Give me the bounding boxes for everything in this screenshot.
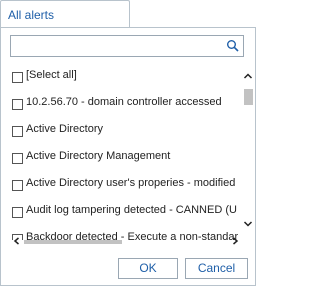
checkbox[interactable]: [12, 153, 23, 164]
chevron-up-icon[interactable]: [242, 70, 254, 82]
search-box: [10, 35, 244, 57]
tab-all-alerts[interactable]: All alerts: [0, 0, 130, 28]
list-item[interactable]: Active Directory user's properies - modi…: [10, 175, 242, 195]
vertical-scrollbar[interactable]: [242, 70, 254, 240]
cancel-button[interactable]: Cancel: [185, 258, 248, 279]
chevron-right-icon[interactable]: [230, 236, 240, 246]
list-item-label: Backdoor detected - Execute a non-standa…: [26, 231, 239, 240]
checkbox[interactable]: [12, 207, 23, 218]
checkbox[interactable]: [12, 180, 23, 191]
list-item[interactable]: Audit log tampering detected - CANNED (U: [10, 202, 242, 222]
list-item-label: Active Directory Management: [26, 150, 171, 162]
checkbox[interactable]: [12, 126, 23, 137]
checkbox[interactable]: [12, 99, 23, 110]
list-item-label: Audit log tampering detected - CANNED (U: [26, 204, 237, 216]
list-item-label: [Select all]: [26, 69, 77, 81]
search-input[interactable]: [11, 36, 217, 56]
list-item[interactable]: Active Directory Management: [10, 148, 242, 168]
tab-label: All alerts: [8, 8, 55, 22]
list-item[interactable]: 10.2.56.70 - domain controller accessed: [10, 94, 242, 114]
list-item[interactable]: Backdoor detected - Execute a non-standa…: [10, 229, 242, 240]
list-item-label: Active Directory user's properies - modi…: [26, 177, 236, 189]
checkbox[interactable]: [12, 72, 23, 83]
chevron-left-icon[interactable]: [12, 236, 22, 246]
list-item-label: Active Directory: [26, 123, 104, 135]
horizontal-scroll-thumb[interactable]: [24, 240, 122, 244]
list-item[interactable]: Active Directory: [10, 121, 242, 141]
alert-list: [Select all] 10.2.56.70 - domain control…: [10, 67, 252, 240]
ok-button[interactable]: OK: [118, 258, 178, 279]
list-item-label: 10.2.56.70 - domain controller accessed: [26, 96, 222, 108]
search-icon[interactable]: [226, 39, 240, 53]
list-item-select-all[interactable]: [Select all]: [10, 67, 242, 87]
scroll-thumb[interactable]: [244, 89, 253, 105]
chevron-down-icon[interactable]: [242, 218, 254, 230]
